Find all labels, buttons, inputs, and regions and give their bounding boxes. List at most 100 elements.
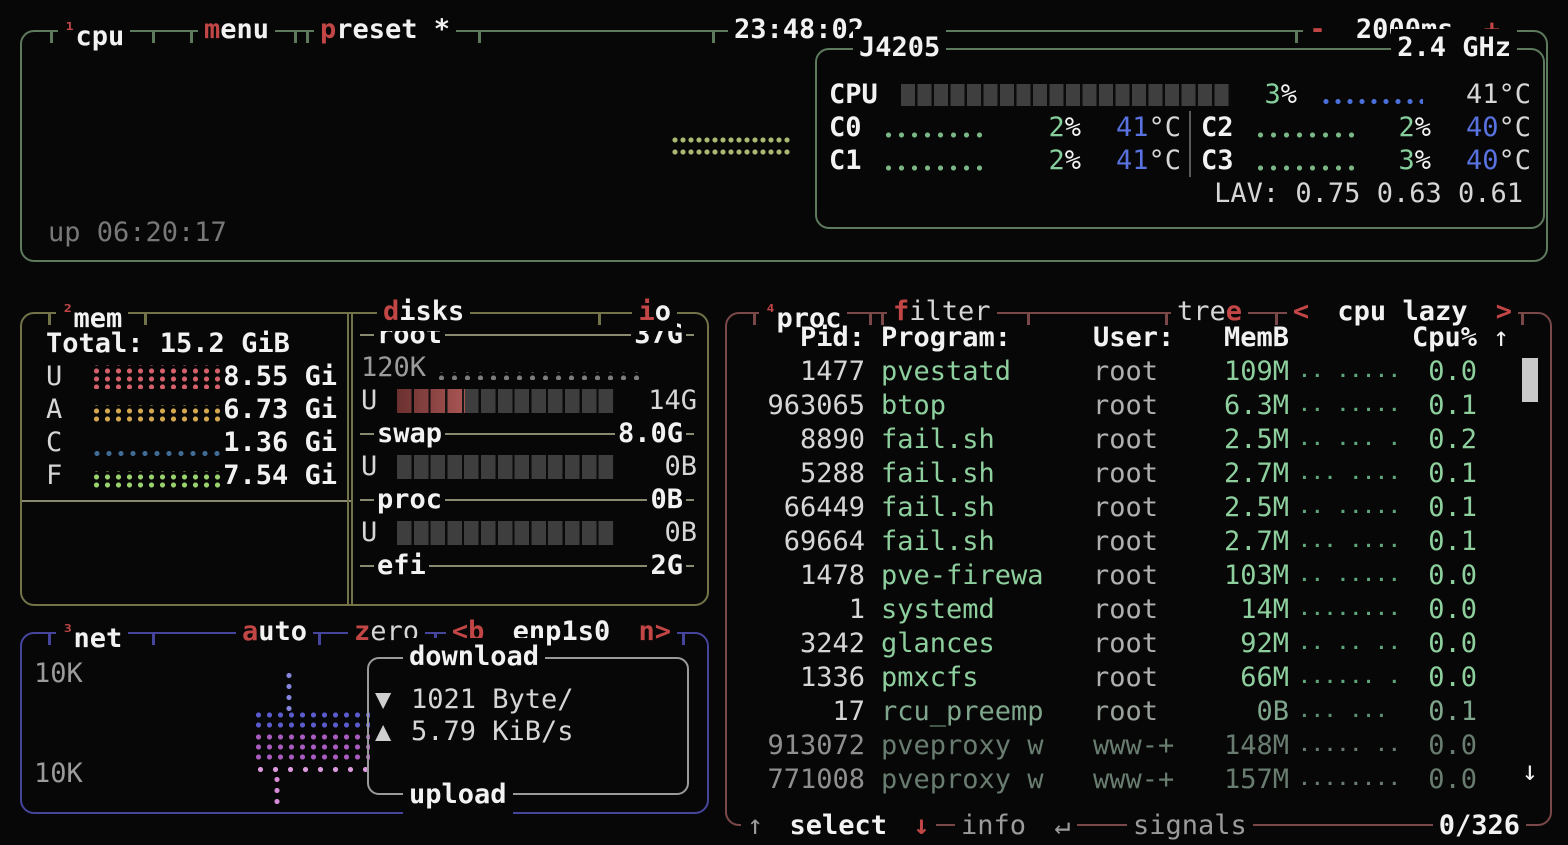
mem-panel: ²mem Total: 15.2 GiB U 8.55 Gi A 6.73 Gi… [20, 312, 353, 606]
table-row[interactable]: 1336pmxcfsroot66M...... .0.0 [741, 660, 1506, 694]
download-arrow-icon: ▼ [375, 684, 411, 715]
net-upload-spike [272, 772, 280, 808]
cpu-total-percent: 3 [1264, 79, 1280, 110]
menu-button[interactable]: menu [198, 11, 275, 49]
border-notch [712, 30, 715, 43]
tab-net[interactable]: ³net [56, 613, 128, 651]
table-row[interactable]: 1478pve-firewaroot103M.. .....0.0 [741, 558, 1506, 592]
border-notch [306, 30, 309, 43]
proc-select-control[interactable]: ↑ select ↓ [741, 807, 936, 845]
disk-swap-used-row: U 0B [357, 450, 697, 483]
table-row[interactable]: 69664fail.shroot2.7M... ....0.1 [741, 524, 1506, 558]
disk-proc-used-row: U 0B [357, 516, 697, 549]
net-scale-top: 10K [34, 658, 83, 689]
mem-free-graph [90, 471, 223, 489]
mem-free-row: F 7.54 Gi [46, 459, 337, 492]
cpu-total-label: CPU [829, 79, 901, 110]
proc-table-header: Pid: Program: User: MemB Cpu% ↑ [741, 320, 1530, 354]
core-graph [1253, 128, 1359, 140]
net-panel: ³net auto zero <b enp1s0 n> 10K 10K down… [20, 632, 709, 814]
proc-signals-button[interactable]: signals [1127, 807, 1253, 845]
cpu-total-meter [901, 84, 1231, 106]
column-pid[interactable]: Pid: [741, 322, 865, 353]
column-cpu[interactable]: Cpu% [1403, 322, 1477, 353]
preset-button[interactable]: preset * [314, 11, 456, 49]
border-notch [478, 30, 481, 43]
table-row[interactable]: 771008pveproxy wwww-+157M.........0.0 [741, 762, 1506, 796]
net-download-graph [252, 708, 370, 730]
cpu-frequency: 2.4 GHz [1391, 29, 1517, 67]
column-memb[interactable]: MemB [1205, 322, 1289, 353]
table-row[interactable]: 1477pvestatdroot109M.. .....0.0 [741, 354, 1506, 388]
border-notch [48, 312, 51, 325]
border-notch [152, 30, 155, 43]
border-notch [190, 30, 193, 43]
cpu-history-graph [670, 132, 790, 158]
select-up-icon: ↑ [747, 810, 763, 841]
border-notch [144, 312, 147, 325]
proc-info-button[interactable]: info ↵ [955, 807, 1077, 845]
border-notch [598, 312, 601, 325]
disk-swap-used-bar [397, 455, 615, 479]
enter-icon: ↵ [1054, 810, 1070, 841]
scrollbar-thumb[interactable] [1522, 358, 1538, 402]
disk-root-used-bar [397, 389, 615, 413]
table-row[interactable]: 3242glancesroot92M.. .. ..0.0 [741, 626, 1506, 660]
btop-terminal: ¹cpu menu preset * 23:48:02 - 2000ms + u… [0, 0, 1568, 832]
net-upload-graph [252, 730, 370, 762]
table-row[interactable]: 913072pveproxy wwww-+148M..... ...0.0 [741, 728, 1506, 762]
table-row[interactable]: 1systemdroot14M.........0.0 [741, 592, 1506, 626]
table-row[interactable]: 66449fail.shroot2.5M.. ......0.1 [741, 490, 1506, 524]
core-temp: 41°C [1081, 145, 1181, 176]
disk-section-swap: swap8.0G [357, 417, 697, 450]
core-temp: 40°C [1431, 145, 1531, 176]
net-speed-panel: download upload ▼ 1021 Byte/ ▲ 5.79 KiB/… [367, 657, 689, 795]
table-row[interactable]: 8890fail.shroot2.5M.. ... ..0.2 [741, 422, 1506, 456]
cpu-total-row: CPU 3% 41°C [829, 78, 1531, 111]
table-row[interactable]: 17rcu_preemproot0B... ... .0.1 [741, 694, 1506, 728]
border-notch [152, 632, 155, 645]
net-upload-title: upload [403, 776, 513, 814]
cpu-hotkey: ¹ [64, 19, 75, 41]
table-row[interactable]: 963065btoproot6.3M.. ......0.1 [741, 388, 1506, 422]
cpu-panel: ¹cpu menu preset * 23:48:02 - 2000ms + u… [20, 30, 1548, 262]
mem-available-graph [90, 405, 223, 423]
border-notch [1295, 30, 1298, 43]
mem-cached-graph [90, 447, 223, 456]
border-notch [50, 30, 53, 43]
proc-panel: ⁴proc filter tree < cpu lazy > Pid: Prog… [725, 312, 1552, 826]
column-program[interactable]: Program: [881, 322, 1077, 353]
disk-proc-used-bar [397, 521, 615, 545]
core-temp: 41°C [1081, 112, 1181, 143]
scroll-up-icon[interactable]: ↑ [1493, 322, 1509, 353]
table-row[interactable]: 5288fail.shroot2.7M... ....0.1 [741, 456, 1506, 490]
mem-divider [22, 500, 351, 502]
net-next-button[interactable]: n> [638, 616, 671, 647]
disk-io-graph [434, 372, 646, 380]
mem-available-row: A 6.73 Gi [46, 393, 337, 426]
mem-used-row: U 8.55 Gi [46, 360, 337, 393]
net-auto-button[interactable]: auto [236, 613, 313, 651]
clock: 23:48:02 [728, 11, 870, 49]
tab-disks[interactable]: disks [377, 293, 470, 331]
load-average: LAV: 0.75 0.63 0.61 [829, 177, 1531, 210]
interval-decrease-button[interactable]: - [1309, 14, 1325, 45]
tab-cpu[interactable]: ¹cpu [58, 11, 130, 49]
scroll-down-icon[interactable]: ↓ [1522, 756, 1538, 787]
core-graph [881, 161, 987, 173]
upload-arrow-icon: ▲ [375, 716, 411, 747]
column-user[interactable]: User: [1077, 322, 1205, 353]
tab-mem[interactable]: ²mem [56, 293, 128, 331]
core-row: C2 2% 40°C [1201, 111, 1531, 144]
select-down-icon: ↓ [913, 810, 929, 841]
net-download-rate: ▼ 1021 Byte/ [375, 683, 679, 715]
cpu-total-temp: 41°C [1439, 79, 1531, 110]
border-notch [294, 30, 297, 43]
core-row: C1 2% 41°C [829, 144, 1181, 177]
core-graph [881, 128, 987, 140]
core-row: C3 3% 40°C [1201, 144, 1531, 177]
uptime-label: up 06:20:17 [48, 217, 227, 248]
tab-io[interactable]: io [632, 293, 677, 331]
disk-root-used-row: U 14G [357, 384, 697, 417]
cpu-total-graph [1319, 95, 1423, 104]
